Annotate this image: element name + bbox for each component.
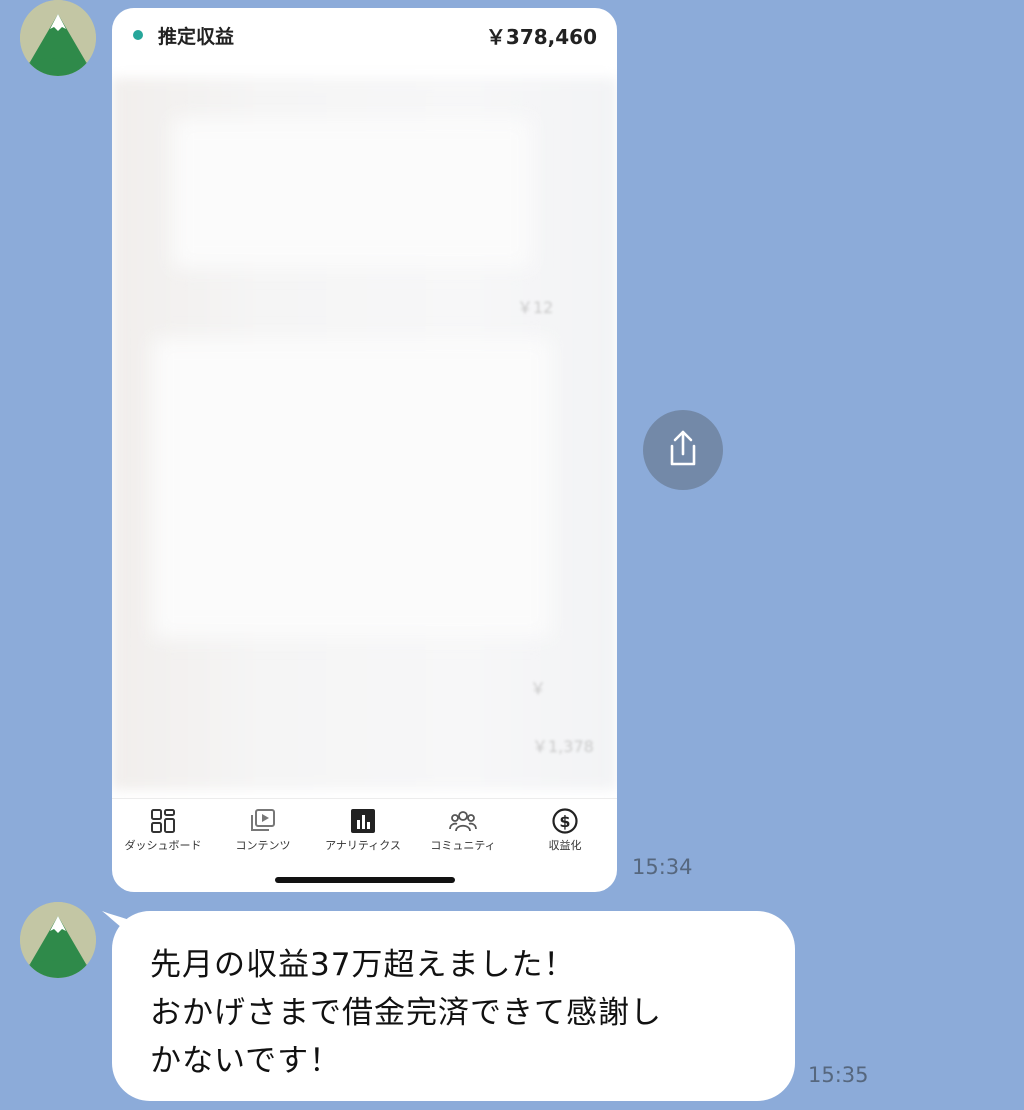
estimated-revenue-value: ￥378,460 — [485, 25, 597, 49]
message-bubble[interactable]: 先月の収益37万超えました！ おかげさまで借金完済できて感謝し かないです！ — [112, 911, 795, 1101]
blurred-block — [172, 118, 532, 268]
home-indicator — [275, 877, 455, 883]
nav-label: ダッシュボード — [124, 839, 202, 852]
shared-screenshot-image[interactable]: 推定収益 ￥378,460 ￥12 ￥ ￥1,378 ダッシュボード コンテンツ — [112, 8, 617, 892]
message-line: かないです！ — [150, 1043, 342, 1079]
bottom-navigation: ダッシュボード コンテンツ アナリティクス コミュニティ $ 収益化 — [112, 798, 617, 859]
monetization-icon: $ — [552, 808, 578, 834]
nav-label: アナリティクス — [325, 839, 401, 852]
status-dot — [133, 30, 143, 40]
community-icon — [449, 811, 477, 832]
share-button[interactable] — [643, 410, 723, 490]
mountain-avatar-icon — [20, 0, 96, 76]
sender-avatar[interactable] — [20, 0, 96, 76]
analytics-icon — [351, 809, 375, 833]
nav-item-community[interactable]: コミュニティ — [413, 799, 513, 853]
mountain-avatar-icon — [20, 902, 96, 978]
message-timestamp: 15:34 — [632, 855, 693, 879]
nav-item-analytics[interactable]: アナリティクス — [313, 799, 413, 853]
faint-value: ￥ — [530, 679, 547, 698]
share-icon — [670, 430, 696, 466]
dashboard-icon — [151, 809, 175, 833]
nav-item-dashboard[interactable]: ダッシュボード — [113, 799, 213, 853]
sender-avatar[interactable] — [20, 902, 96, 978]
content-icon — [251, 809, 275, 831]
estimated-revenue-label: 推定収益 — [158, 26, 235, 48]
message-timestamp: 15:35 — [808, 1063, 869, 1087]
nav-label: 収益化 — [548, 839, 582, 852]
faint-value: ￥1,378 — [532, 737, 594, 756]
revenue-header: 推定収益 ￥378,460 — [112, 8, 617, 62]
nav-item-monetization[interactable]: $ 収益化 — [515, 799, 615, 853]
nav-label: コンテンツ — [235, 839, 291, 852]
faint-value: ￥12 — [517, 298, 554, 317]
blurred-block — [152, 338, 552, 638]
message-line: おかげさまで借金完済できて感謝し — [150, 995, 662, 1031]
svg-text:$: $ — [559, 812, 570, 831]
nav-item-content[interactable]: コンテンツ — [213, 799, 313, 853]
message-line: 先月の収益37万超えました！ — [150, 947, 576, 983]
nav-label: コミュニティ — [430, 839, 496, 852]
